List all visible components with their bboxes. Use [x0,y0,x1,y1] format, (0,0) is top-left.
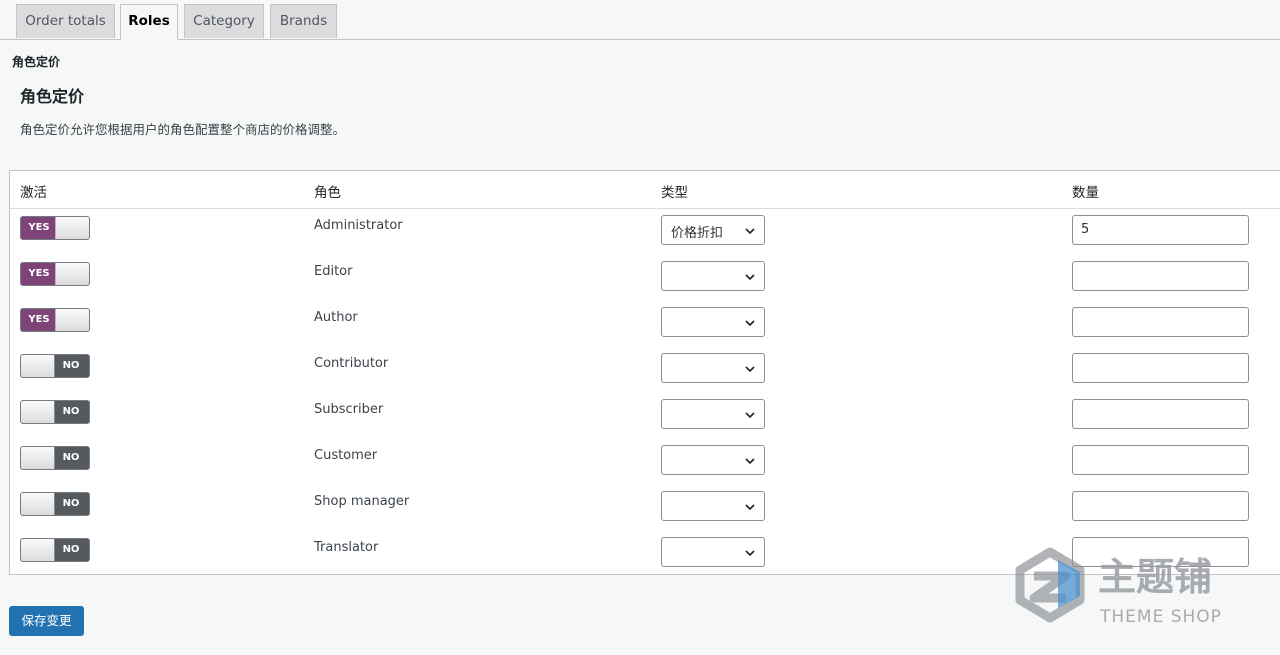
role-name: Contributor [314,356,389,371]
active-toggle[interactable]: YES [20,216,90,240]
type-select[interactable] [661,353,765,383]
active-toggle[interactable]: NO [20,446,90,470]
active-toggle[interactable]: YES [20,308,90,332]
toggle-label: NO [62,452,80,463]
toggle-knob [21,355,55,377]
toggle-label: YES [28,314,50,325]
amount-input[interactable] [1072,445,1249,475]
toggle-knob [55,263,89,285]
active-toggle[interactable]: NO [20,492,90,516]
active-toggle[interactable]: NO [20,354,90,378]
role-name: Customer [314,448,378,463]
type-select[interactable] [661,399,765,429]
role-name: Shop manager [314,494,410,509]
table-row: NO Customer [10,438,1280,484]
amount-input[interactable] [1072,261,1249,291]
type-select[interactable]: 价格折扣 [661,215,765,245]
toggle-label: NO [62,498,80,509]
table-row: YES Administrator 价格折扣 5 [10,208,1280,254]
role-name: Administrator [314,218,403,233]
toggle-knob [21,447,55,469]
amount-input[interactable] [1072,307,1249,337]
toggle-label: NO [62,544,80,555]
toggle-knob [55,217,89,239]
chevron-down-icon [745,458,755,465]
amount-input[interactable] [1072,399,1249,429]
amount-input[interactable] [1072,491,1249,521]
amount-input[interactable]: 5 [1072,215,1249,245]
chevron-down-icon [745,274,755,281]
type-select[interactable] [661,537,765,567]
table-header: 激活 角色 类型 数量 [10,171,1280,209]
toggle-knob [21,539,55,561]
amount-input[interactable] [1072,353,1249,383]
tab-category[interactable]: Category [184,4,264,38]
page-description: 角色定价允许您根据用户的角色配置整个商店的价格调整。 [20,122,346,137]
role-name: Editor [314,264,353,279]
chevron-down-icon [745,412,755,419]
theme-shop-logo-icon: 主题铺 THEME SHOP [1015,547,1222,627]
header-role: 角色 [314,185,341,201]
header-active: 激活 [20,185,47,201]
role-name: Author [314,310,358,325]
watermark-brand: 主题铺 [1098,555,1212,599]
save-changes-button[interactable]: 保存变更 [9,606,84,636]
toggle-knob [21,401,55,423]
chevron-down-icon [745,550,755,557]
page-title: 角色定价 [20,87,85,106]
tab-roles[interactable]: Roles [120,4,178,40]
watermark-sub: THEME SHOP [1099,607,1222,627]
role-name: Subscriber [314,402,384,417]
type-select[interactable] [661,307,765,337]
roles-table: 激活 角色 类型 数量 YES Administrator 价格折扣 5 YES Edit… [9,170,1280,575]
table-row: YES Editor [10,254,1280,300]
active-toggle[interactable]: NO [20,400,90,424]
chevron-down-icon [745,228,755,235]
tab-bar: Order totals Roles Category Brands [0,0,1280,40]
chevron-down-icon [745,366,755,373]
toggle-label: NO [62,360,80,371]
toggle-label: YES [28,222,50,233]
toggle-knob [21,493,55,515]
tab-order-totals[interactable]: Order totals [16,4,115,38]
table-row: NO Subscriber [10,392,1280,438]
table-row: YES Author [10,300,1280,346]
type-select[interactable] [661,261,765,291]
table-row: NO Contributor [10,346,1280,392]
table-row: NO Shop manager [10,484,1280,530]
tab-brands[interactable]: Brands [270,4,337,38]
toggle-label: YES [28,268,50,279]
header-amount: 数量 [1072,185,1099,201]
toggle-label: NO [62,406,80,417]
breadcrumb: 角色定价 [12,55,61,69]
header-type: 类型 [661,185,688,201]
type-select[interactable] [661,445,765,475]
chevron-down-icon [745,504,755,511]
type-select-value: 价格折扣 [671,226,724,241]
type-select[interactable] [661,491,765,521]
active-toggle[interactable]: NO [20,538,90,562]
chevron-down-icon [745,320,755,327]
role-name: Translator [314,540,379,555]
toggle-knob [55,309,89,331]
active-toggle[interactable]: YES [20,262,90,286]
